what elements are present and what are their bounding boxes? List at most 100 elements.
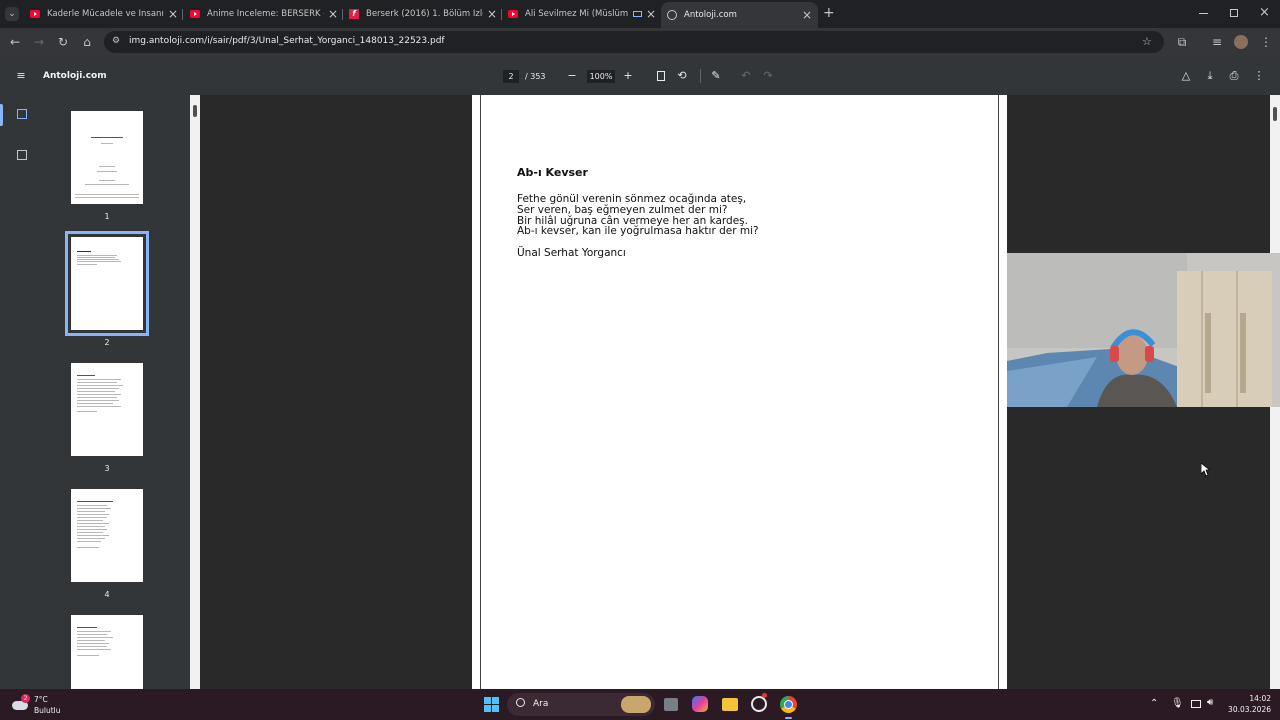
poem-title: Ab-ı Kevser [517, 166, 588, 179]
youtube-icon [30, 10, 40, 18]
zoom-input[interactable]: 100% [587, 70, 615, 83]
avatar[interactable] [1234, 35, 1248, 49]
search-label: Ara [533, 699, 549, 709]
redo-icon[interactable]: ↷ [761, 69, 775, 83]
bookmark-star-icon[interactable]: ☆ [1142, 35, 1152, 48]
scrollbar-thumb[interactable] [193, 105, 197, 117]
tab-title: Antoloji.com [684, 10, 737, 20]
tab-search-button[interactable]: ⌄ [5, 7, 19, 21]
home-icon[interactable]: ⌂ [79, 34, 95, 50]
network-icon[interactable] [1191, 700, 1201, 708]
minimize-button[interactable] [1199, 13, 1208, 14]
annotate-icon[interactable]: ✎ [709, 69, 723, 83]
task-view-icon[interactable] [664, 698, 678, 711]
page-thumbnail-4[interactable] [71, 489, 143, 582]
thumbnail-number: 2 [104, 338, 110, 347]
fit-page-icon[interactable] [657, 71, 665, 81]
site-info-icon[interactable]: ⚙ [112, 36, 120, 46]
page-border [480, 95, 999, 689]
pdf-toolbar: ≡ Antoloji.com 2 / 353 − 100% + ⟲ ✎ ↶ ↷ … [0, 56, 1280, 95]
close-icon[interactable]: × [328, 7, 338, 21]
close-window-button[interactable]: × [1259, 5, 1270, 20]
download-icon[interactable]: ⤓ [1203, 69, 1217, 83]
close-icon[interactable]: × [487, 7, 497, 21]
page-thumbnail-5[interactable] [71, 615, 143, 689]
more-options-icon[interactable]: ⋮ [1252, 69, 1266, 83]
thumbnail-view-icon[interactable] [17, 109, 27, 119]
search-highlight-image [621, 696, 651, 713]
tab-title: Kaderle Mücadele ve İnsanın Ö... [47, 9, 164, 19]
youtube-icon [190, 10, 200, 18]
back-button[interactable]: ← [7, 34, 23, 50]
scrollbar-thumb[interactable] [1273, 107, 1277, 121]
tab-title: Anime İnceleme: BERSERK - You... [207, 9, 324, 19]
new-tab-button[interactable]: + [823, 6, 835, 20]
page-thumbnail-1[interactable] [71, 111, 143, 204]
reload-button[interactable]: ↻ [55, 34, 71, 50]
tab-4-active[interactable]: Antoloji.com × [661, 2, 818, 28]
extensions-icon[interactable]: ⧉ [1174, 34, 1190, 50]
pdf-page: Ab-ı Kevser Fethe gönül verenin sönmez o… [472, 95, 1007, 689]
poem-line: Ab-ı kevser, kan ile yoğrulmasa haktır d… [517, 225, 759, 237]
thumbnail-number: 4 [104, 590, 110, 599]
drive-save-icon[interactable]: △ [1179, 69, 1193, 83]
file-explorer-icon[interactable] [722, 698, 738, 711]
tab-2[interactable]: f Berserk (2016) 1. Bölüm İzle - A... × [349, 4, 497, 24]
undo-icon[interactable]: ↶ [739, 69, 753, 83]
weather-widget[interactable]: 2 7°C Bulutlu [10, 693, 70, 717]
page-thumbnail-3[interactable] [71, 363, 143, 456]
zoom-out-button[interactable]: − [565, 69, 579, 83]
tab-title: Berserk (2016) 1. Bölüm İzle - A... [366, 9, 483, 19]
webcam-overlay [1007, 253, 1280, 407]
browser-toolbar: ← → ↻ ⌂ ⚙ img.antoloji.com/i/sair/pdf/3/… [0, 28, 1280, 56]
clock-date[interactable]: 30.03.2026 [1221, 705, 1271, 714]
tray-chevron-icon[interactable]: ⌃ [1150, 698, 1158, 709]
poem-author: Ünal Serhat Yorgancı [517, 247, 626, 259]
tab-separator [182, 9, 183, 20]
chrome-icon[interactable] [780, 696, 797, 713]
globe-icon [667, 10, 677, 20]
page-total: / 353 [525, 72, 546, 81]
print-icon[interactable]: ⎙ [1227, 69, 1241, 83]
sidebar-rail [0, 95, 44, 689]
microphone-icon[interactable]: 🎙︎ [1171, 698, 1184, 709]
page-thumbnail-2[interactable] [65, 231, 149, 336]
menu-icon[interactable]: ⋮ [1258, 34, 1274, 50]
windows-start-icon[interactable] [484, 697, 499, 712]
thumbnail-number: 3 [104, 464, 110, 473]
sidebar-menu-icon[interactable]: ≡ [14, 69, 28, 83]
rotate-icon[interactable]: ⟲ [675, 69, 689, 83]
active-app-indicator [785, 717, 792, 719]
volume-icon[interactable]: 🔊︎ [1207, 697, 1213, 708]
tab-0[interactable]: Kaderle Mücadele ve İnsanın Ö... × [30, 4, 178, 24]
tab-strip: ⌄ Kaderle Mücadele ve İnsanın Ö... × Ani… [0, 0, 1280, 28]
thumbnail-scrollbar[interactable] [190, 95, 200, 689]
clock-time[interactable]: 14:02 [1235, 694, 1271, 703]
address-bar[interactable]: ⚙ img.antoloji.com/i/sair/pdf/3/Unal_Ser… [104, 31, 1164, 53]
forward-button[interactable]: → [31, 34, 47, 50]
outline-view-icon[interactable] [17, 150, 27, 160]
tab-separator [342, 9, 343, 20]
maximize-button[interactable] [1230, 9, 1238, 17]
screen-share-icon [632, 11, 642, 17]
recording-dot [762, 693, 767, 698]
tab-3[interactable]: Ali Sevilmez Mi (Müslüm Gü... × [508, 4, 656, 24]
taskbar-search[interactable]: Ara [507, 693, 655, 716]
copilot-icon[interactable] [692, 696, 708, 712]
rail-active-indicator [0, 104, 3, 126]
taskbar: 2 7°C Bulutlu Ara ⌃ 🎙︎ 🔊︎ 14:02 30.03.20… [0, 689, 1280, 720]
thumbnail-number: 1 [104, 212, 110, 221]
close-icon[interactable]: × [168, 7, 178, 21]
webcam-image [1007, 253, 1280, 407]
close-icon[interactable]: × [802, 8, 812, 22]
mouse-cursor-icon [1201, 463, 1210, 477]
weather-badge: 2 [21, 694, 30, 703]
obs-icon[interactable] [751, 693, 767, 712]
page-number-input[interactable]: 2 [503, 70, 519, 83]
search-icon [516, 698, 525, 707]
zoom-in-button[interactable]: + [621, 69, 635, 83]
site-icon: f [349, 9, 359, 19]
close-icon[interactable]: × [646, 7, 656, 21]
media-controls-icon[interactable]: ≡ [1209, 34, 1225, 50]
tab-1[interactable]: Anime İnceleme: BERSERK - You... × [190, 4, 338, 24]
